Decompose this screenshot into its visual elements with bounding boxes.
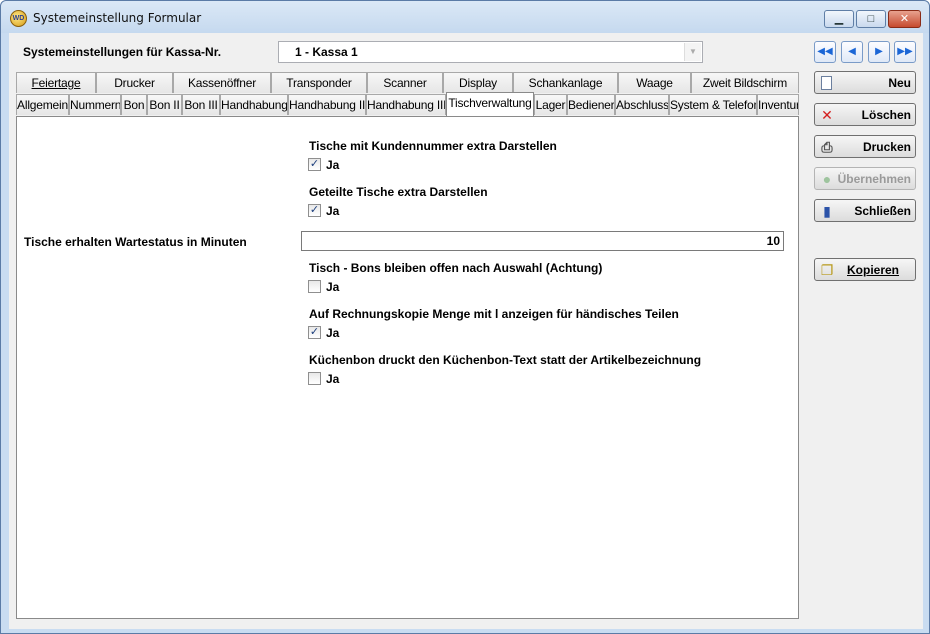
tab-system-telefon[interactable]: System & Telefon: [669, 94, 757, 115]
tab-bon[interactable]: Bon: [121, 94, 147, 115]
tab-transponder[interactable]: Transponder: [271, 72, 367, 93]
checkbox-unchecked-icon[interactable]: [308, 280, 321, 293]
setting-title-bons-offen: Tisch - Bons bleiben offen nach Auswahl …: [309, 261, 603, 275]
kassa-select[interactable]: 1 - Kassa 1 ▼: [278, 41, 703, 63]
checkbox-bons-offen[interactable]: Ja: [308, 279, 368, 295]
tab-handhabung-ii[interactable]: Handhabung II: [288, 94, 366, 115]
first-record-button[interactable]: ◀◀: [814, 41, 836, 63]
setting-title-rechnungskopie: Auf Rechnungskopie Menge mit l anzeigen …: [309, 307, 679, 321]
kassa-label: Systemeinstellungen für Kassa-Nr.: [23, 45, 222, 59]
close-form-button[interactable]: ▮ Schließen: [814, 199, 916, 222]
delete-x-icon: ✕: [821, 107, 833, 123]
tab-inventur[interactable]: Inventur: [757, 94, 799, 115]
checkbox-checked-icon[interactable]: ✓: [308, 158, 321, 171]
wartestatus-input[interactable]: 10: [301, 231, 784, 251]
tab-handhabung[interactable]: Handhabung: [220, 94, 288, 115]
apply-button[interactable]: ● Übernehmen: [814, 167, 916, 190]
kassa-select-value: 1 - Kassa 1: [295, 45, 358, 59]
close-window-button[interactable]: ✕: [888, 10, 921, 28]
apply-check-icon: ●: [822, 171, 832, 187]
tab-zweit-bildschirm[interactable]: Zweit Bildschirm: [691, 72, 799, 93]
delete-button[interactable]: ✕ Löschen: [814, 103, 916, 126]
checkbox-checked-icon[interactable]: ✓: [308, 204, 321, 217]
checkbox-kuechenbon[interactable]: Ja: [308, 371, 368, 387]
window-title: Systemeinstellung Formular: [33, 11, 202, 25]
maximize-button[interactable]: □: [856, 10, 886, 28]
tischverwaltung-panel: Tische mit Kundennummer extra Darstellen…: [16, 116, 799, 619]
tab-display[interactable]: Display: [443, 72, 513, 93]
tab-nummern[interactable]: Nummern: [69, 94, 121, 115]
tab-bon-iii[interactable]: Bon III: [182, 94, 220, 115]
checkbox-unchecked-icon[interactable]: [308, 372, 321, 385]
tab-handhabung-iii[interactable]: Handhabung III: [366, 94, 446, 115]
form-client-area: Systemeinstellungen für Kassa-Nr. 1 - Ka…: [9, 33, 923, 629]
tab-drucker[interactable]: Drucker: [96, 72, 173, 93]
new-document-icon: [821, 76, 832, 90]
main-window: WD Systemeinstellung Formular ▁ □ ✕ Syst…: [0, 0, 930, 634]
checkbox-geteilte-tische[interactable]: ✓ Ja: [308, 203, 368, 219]
copy-icon: ❐: [820, 262, 834, 278]
new-button[interactable]: Neu: [814, 71, 916, 94]
setting-title-kundennummer: Tische mit Kundennummer extra Darstellen: [309, 139, 557, 153]
exit-door-icon: ▮: [823, 203, 831, 219]
wartestatus-label: Tische erhalten Wartestatus in Minuten: [24, 235, 247, 249]
tab-schankanlage[interactable]: Schankanlage: [513, 72, 618, 93]
next-record-button[interactable]: ▶: [868, 41, 890, 63]
checkbox-checked-icon[interactable]: ✓: [308, 326, 321, 339]
app-logo-icon: WD: [10, 10, 27, 27]
setting-title-geteilte-tische: Geteilte Tische extra Darstellen: [309, 185, 488, 199]
printer-icon: ⎙: [821, 139, 833, 155]
tab-bon-ii[interactable]: Bon II: [147, 94, 182, 115]
previous-record-button[interactable]: ◀: [841, 41, 863, 63]
tab-allgemein[interactable]: Allgemein: [16, 94, 69, 115]
tab-kassenoeffner[interactable]: Kassenöffner: [173, 72, 271, 93]
tab-abschluss[interactable]: Abschluss: [615, 94, 669, 115]
tab-scanner[interactable]: Scanner: [367, 72, 443, 93]
title-bar[interactable]: WD Systemeinstellung Formular ▁ □ ✕: [1, 1, 929, 33]
tab-waage[interactable]: Waage: [618, 72, 691, 93]
minimize-button[interactable]: ▁: [824, 10, 854, 28]
last-record-button[interactable]: ▶▶: [894, 41, 916, 63]
print-button[interactable]: ⎙ Drucken: [814, 135, 916, 158]
tab-tischverwaltung[interactable]: Tischverwaltung: [446, 92, 534, 116]
tab-bediener[interactable]: Bediener: [567, 94, 615, 115]
checkbox-kundennummer[interactable]: ✓ Ja: [308, 157, 368, 173]
tab-lager[interactable]: Lager: [534, 94, 567, 115]
setting-title-kuechenbon: Küchenbon druckt den Küchenbon-Text stat…: [309, 353, 702, 367]
chevron-down-icon[interactable]: ▼: [684, 43, 701, 61]
tab-feiertage[interactable]: Feiertage: [16, 72, 96, 93]
checkbox-rechnungskopie[interactable]: ✓ Ja: [308, 325, 368, 341]
copy-button[interactable]: ❐ Kopieren: [814, 258, 916, 281]
